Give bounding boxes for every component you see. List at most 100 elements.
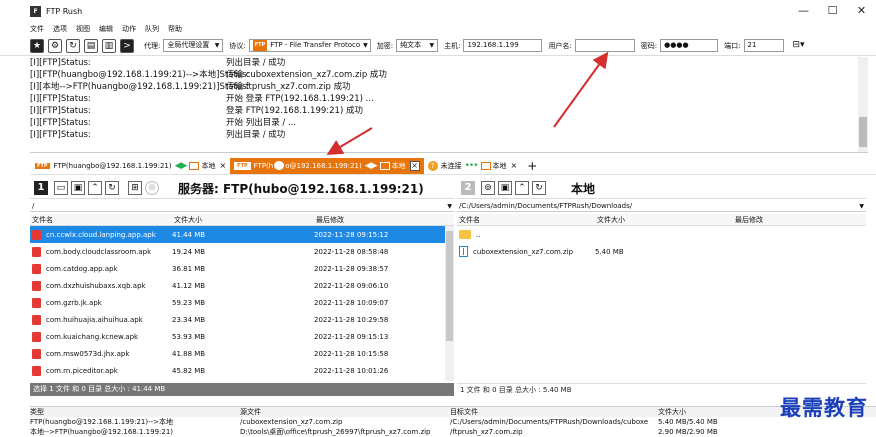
file-row[interactable]: .. [457, 226, 866, 243]
col-size[interactable]: 文件大小 [658, 407, 778, 417]
save-icon[interactable]: ▣ [71, 181, 85, 195]
connect-menu-icon[interactable]: ⊟▾ [791, 38, 806, 53]
close-icon[interactable]: × [409, 160, 420, 171]
monitor-icon [189, 161, 200, 170]
window-controls: — ☐ ✕ [789, 0, 876, 22]
file-name: cn.ccwlx.cloud.lanping.app.apk [46, 230, 156, 239]
queue-type: 本地-->FTP(huangbo@192.168.1.199:21) [30, 428, 174, 436]
up-icon[interactable]: ⌃ [88, 181, 102, 195]
close-icon[interactable]: × [219, 161, 226, 170]
queue-row[interactable]: 本地-->FTP(huangbo@192.168.1.199:21) D:\to… [30, 427, 876, 437]
col-modified[interactable]: 最后修改 [314, 214, 444, 225]
col-filename[interactable]: 文件名 [30, 214, 172, 225]
file-row[interactable]: com.rn.piceditor.apk 45.82 MB 2022-11-28… [30, 362, 454, 379]
apk-file-icon [32, 348, 41, 359]
log-source: [I][FTP(huangbo@192.168.1.199:21)-->本地]S… [30, 70, 250, 80]
close-button[interactable]: ✕ [847, 0, 876, 22]
file-name-cell: com.rn.piceditor.apk [30, 365, 172, 376]
menu-queue[interactable]: 队列 [145, 24, 159, 34]
col-modified[interactable]: 最后修改 [733, 214, 863, 225]
maximize-button[interactable]: ☐ [818, 0, 847, 22]
col-filename[interactable]: 文件名 [457, 214, 595, 225]
file-row[interactable]: com.gzrb.jk.apk 59.23 MB 2022-11-28 10:0… [30, 294, 454, 311]
col-source[interactable]: 源文件 [240, 407, 450, 417]
remote-scrollbar[interactable] [445, 226, 454, 381]
minimize-button[interactable]: — [789, 0, 818, 22]
refresh-icon[interactable]: ↻ [532, 181, 546, 195]
file-row[interactable]: cuboxextension_xz7.com.zip 5.40 MB [457, 243, 866, 260]
ftp-icon: FTP [234, 161, 251, 170]
file-row[interactable]: com.msw0573d.jhx.apk 41.88 MB 2022-11-28… [30, 345, 454, 362]
server-document-icon[interactable]: ▥ [102, 38, 116, 53]
save-icon[interactable]: ▣ [498, 181, 512, 195]
file-date: 2022-11-28 10:29:58 [314, 315, 389, 324]
queue-size: 5.40 MB/5.40 MB [658, 418, 718, 426]
stop-icon: ⊗ [145, 181, 159, 195]
zip-file-icon [459, 246, 468, 257]
gear-icon[interactable]: ⚙ [48, 38, 62, 53]
queue-type: FTP(huangbo@192.168.1.199:21)-->本地 [30, 418, 174, 426]
add-tab-icon[interactable]: + [527, 159, 537, 173]
file-row[interactable]: cn.ccwlx.cloud.lanping.app.apk 41.44 MB … [30, 226, 454, 243]
menu-view[interactable]: 视图 [76, 24, 90, 34]
drive-icon[interactable]: ⊚ [481, 181, 495, 195]
protocol-label: 协议: [229, 41, 246, 50]
log-scrollbar[interactable] [858, 57, 868, 152]
tab-label: FTP(h [253, 161, 274, 170]
menu-help[interactable]: 帮助 [168, 24, 182, 34]
menu-options[interactable]: 选项 [53, 24, 67, 34]
log-scroll-thumb[interactable] [859, 117, 867, 147]
refresh-icon[interactable]: ↻ [105, 181, 119, 195]
menu-edit[interactable]: 编辑 [99, 24, 113, 34]
tab-label-local: 本地 [391, 161, 406, 170]
encrypt-select[interactable]: 纯文本 ▼ [396, 39, 439, 52]
file-row[interactable]: com.huihuajia.aihuihua.apk 23.34 MB 2022… [30, 311, 454, 328]
monitor-icon[interactable]: ▭ [54, 181, 68, 195]
col-target[interactable]: 目标文件 [450, 407, 658, 417]
file-row[interactable]: com.body.cloudclassroom.apk 19.24 MB 202… [30, 243, 454, 260]
local-pane-header: 2 ⊚ ▣ ⌃ ↻ 本地 [457, 178, 866, 199]
tab-session-3[interactable]: ? 未连接 ••• 本地 × [424, 158, 522, 174]
apk-file-icon [32, 263, 41, 274]
password-input[interactable]: ●●●● [660, 39, 719, 52]
queue-target: /C:/Users/admin/Documents/FTPRush/Downlo… [450, 418, 649, 426]
close-icon[interactable]: × [511, 161, 518, 170]
star-icon[interactable]: ★ [30, 38, 44, 53]
tab-session-1[interactable]: FTP FTP(huangbo@192.168.1.199:21) ◀▶ 本地 … [30, 158, 230, 174]
port-input[interactable]: 21 [743, 39, 784, 52]
title-bar: F FTP Rush — ☐ ✕ [0, 0, 876, 22]
tab-session-2[interactable]: FTP FTP(h o@192.168.1.199:21) ◀▶ 本地 × [230, 157, 424, 174]
protocol-select[interactable]: FTP FTP - File Transfer Protoco ▼ [248, 39, 371, 52]
queue-target: /ftprush_xz7.com.zip [450, 428, 523, 436]
file-name-cell: .. [457, 230, 595, 239]
file-size: 41.12 MB [172, 281, 206, 290]
protocol-value: FTP - File Transfer Protoco [270, 41, 361, 49]
menu-file[interactable]: 文件 [30, 24, 44, 34]
username-input[interactable] [574, 39, 635, 52]
file-date: 2022-11-28 09:38:57 [314, 264, 389, 273]
proxy-select[interactable]: 全局代理设置 ▼ [163, 39, 224, 52]
file-row[interactable]: com.dxzhuishubaxs.xqb.apk 41.12 MB 2022-… [30, 277, 454, 294]
refresh-icon[interactable]: ↻ [66, 38, 80, 53]
local-path-input[interactable]: /C:/Users/admin/Documents/FTPRush/Downlo… [457, 201, 866, 212]
col-filesize[interactable]: 文件大小 [172, 214, 314, 225]
sync-icon[interactable]: ⊞ [128, 181, 142, 195]
col-filesize[interactable]: 文件大小 [595, 214, 733, 225]
remote-scroll-thumb[interactable] [446, 231, 453, 341]
question-icon: ? [427, 160, 438, 171]
tab-label-rest: o@192.168.1.199:21) [285, 161, 362, 170]
remote-path-input[interactable]: / ▼ [30, 201, 454, 212]
terminal-icon[interactable]: > [120, 38, 134, 53]
log-panel: [I][FTP]Status: 列出目录 / 成功 [I][FTP(huangbo… [30, 57, 868, 153]
menu-action[interactable]: 动作 [122, 24, 136, 34]
local-pane-title: 本地 [571, 181, 596, 196]
tab-label-local: 本地 [201, 161, 216, 170]
up-icon[interactable]: ⌃ [515, 181, 529, 195]
file-row[interactable]: com.catdog.app.apk 36.81 MB 2022-11-28 0… [30, 260, 454, 277]
host-input[interactable]: 192.168.1.199 [463, 39, 543, 52]
queue-row[interactable]: FTP(huangbo@192.168.1.199:21)-->本地 /cubo… [30, 417, 876, 427]
file-row[interactable]: com.kuaichang.kcnew.apk 53.93 MB 2022-11… [30, 328, 454, 345]
col-type[interactable]: 类型 [30, 407, 240, 417]
log-message: 列出目录 / 成功 [226, 58, 286, 68]
document-icon[interactable]: ▤ [84, 38, 98, 53]
